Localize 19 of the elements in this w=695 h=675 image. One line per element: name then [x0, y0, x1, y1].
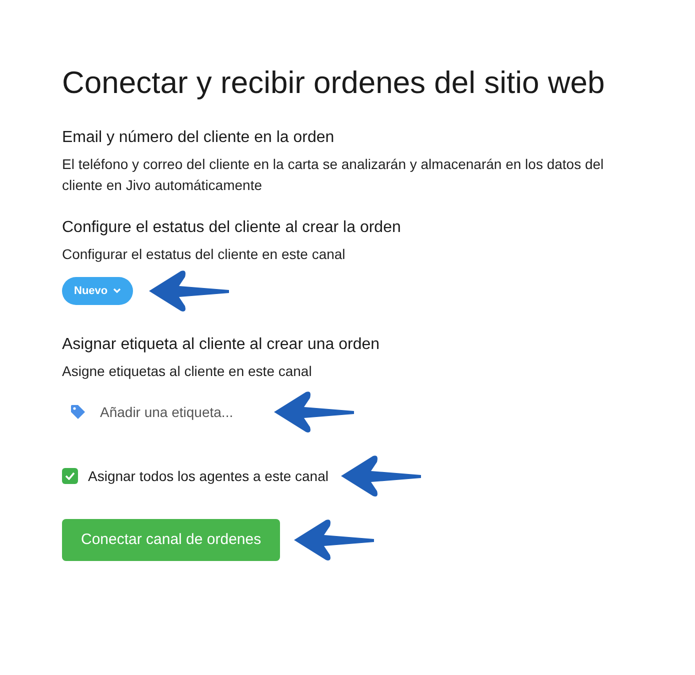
- arrow-icon: [272, 390, 356, 434]
- arrow-icon: [146, 269, 231, 313]
- section-heading: Configure el estatus del cliente al crear la orden: [62, 218, 402, 238]
- section-heading: Asignar etiqueta al cliente al crear una orden: [62, 335, 381, 355]
- arrow-icon: [338, 454, 422, 498]
- checkbox[interactable]: [62, 468, 78, 484]
- chevron-down-icon: [112, 288, 121, 294]
- page-title: Conectar y recibir ordenes del sitio web: [62, 64, 606, 102]
- tag-input-field[interactable]: Añadir una etiqueta...: [100, 402, 260, 422]
- connect-button[interactable]: Conectar canal de ordenes: [62, 519, 280, 561]
- check-icon: [65, 472, 75, 480]
- section-description: Asigne etiquetas al cliente en este canal: [62, 362, 313, 381]
- section-description: Configurar el estatus del cliente en este canal: [62, 245, 346, 264]
- tag-icon: [70, 404, 86, 420]
- section-heading: Email y número del cliente en la orden: [62, 128, 336, 148]
- section-description: El teléfono y correo del cliente en la carta se analizarán y almacenarán en los datos del cliente en Jivo automáticamente: [62, 155, 605, 195]
- arrow-icon: [292, 518, 376, 562]
- checkbox-label: Asignar todos los agentes a este canal: [88, 466, 328, 486]
- status-dropdown[interactable]: Nuevo: [62, 277, 133, 305]
